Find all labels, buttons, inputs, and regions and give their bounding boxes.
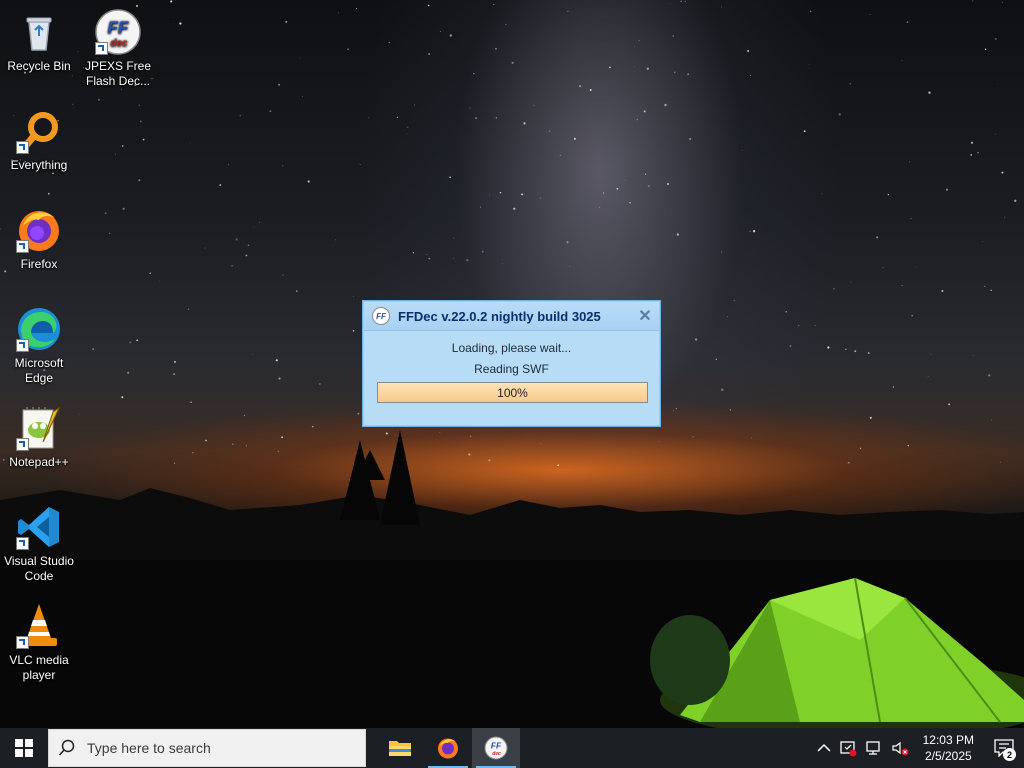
edge-icon xyxy=(15,305,63,353)
clock[interactable]: 12:03 PM 2/5/2025 xyxy=(913,732,984,764)
taskbar: FF dec xyxy=(0,728,1024,768)
volume-muted-icon xyxy=(892,741,909,756)
notification-count-badge: 2 xyxy=(1003,748,1016,761)
ffdec-icon: FF dec xyxy=(484,736,508,760)
ffdec-icon: FF dec xyxy=(94,8,142,56)
shortcut-arrow-icon xyxy=(16,438,29,451)
start-button[interactable] xyxy=(0,728,48,768)
shortcut-arrow-icon xyxy=(16,537,29,550)
desktop-icon-vlc[interactable]: VLC media player xyxy=(0,602,78,683)
desktop-background: Recycle Bin FF dec JPEXS Free Flash Dec.… xyxy=(0,0,1024,728)
vlc-icon xyxy=(15,602,63,650)
search-input[interactable] xyxy=(85,739,349,757)
recycle-bin-icon xyxy=(15,8,63,56)
firefox-icon xyxy=(438,738,458,759)
taskbar-app-ffdec[interactable]: FF dec xyxy=(472,728,520,768)
desktop-icon-label: JPEXS Free Flash Dec... xyxy=(84,59,152,88)
loading-status: Reading SWF xyxy=(474,362,549,376)
network-icon xyxy=(865,741,880,755)
desktop-icon-vscode[interactable]: Visual Studio Code xyxy=(0,503,78,584)
clock-time: 12:03 PM xyxy=(922,733,974,747)
action-center-button[interactable]: 2 xyxy=(984,728,1024,768)
chevron-up-icon xyxy=(817,743,831,752)
desktop-icon-recycle-bin[interactable]: Recycle Bin xyxy=(0,8,78,74)
windows-logo-icon xyxy=(15,739,33,757)
desktop-icon-label: Notepad++ xyxy=(9,455,69,469)
desktop-icon-firefox[interactable]: Firefox xyxy=(0,206,78,272)
desktop-icon-label: Everything xyxy=(10,158,68,172)
shortcut-arrow-icon xyxy=(16,636,29,649)
svg-text:dec: dec xyxy=(492,751,501,757)
ffdec-icon: FF xyxy=(372,307,390,325)
clock-date: 2/5/2025 xyxy=(924,749,972,763)
everything-search-icon xyxy=(15,107,63,155)
svg-text:dec: dec xyxy=(110,38,128,49)
security-tray-button[interactable] xyxy=(835,728,861,768)
loading-dialog: FF FFDec v.22.0.2 nightly build 3025 ✕ L… xyxy=(362,300,661,427)
dialog-title: FFDec v.22.0.2 nightly build 3025 xyxy=(398,308,601,324)
security-warning-icon xyxy=(839,741,857,757)
shortcut-arrow-icon xyxy=(16,141,29,154)
desktop-icon-label: VLC media player xyxy=(9,653,69,682)
shortcut-arrow-icon xyxy=(95,42,108,55)
progress-bar: 100% xyxy=(377,382,648,403)
folder-icon xyxy=(389,741,411,756)
shortcut-arrow-icon xyxy=(16,339,29,352)
search-icon xyxy=(49,739,85,757)
desktop-icon-label: Firefox xyxy=(20,257,58,271)
desktop-icon-label: Microsoft Edge xyxy=(14,356,64,385)
taskbar-app-file-explorer[interactable] xyxy=(376,728,424,768)
desktop-icon-edge[interactable]: Microsoft Edge xyxy=(0,305,78,386)
svg-text:FF: FF xyxy=(491,741,502,751)
show-hidden-icons-button[interactable] xyxy=(813,728,835,768)
network-tray-button[interactable] xyxy=(861,728,887,768)
desktop-icon-everything[interactable]: Everything xyxy=(0,107,78,173)
desktop-icon-label: Recycle Bin xyxy=(7,59,71,73)
dialog-titlebar[interactable]: FF FFDec v.22.0.2 nightly build 3025 ✕ xyxy=(364,302,659,331)
shortcut-arrow-icon xyxy=(16,240,29,253)
notepadpp-icon xyxy=(15,404,63,452)
taskbar-app-firefox[interactable] xyxy=(424,728,472,768)
desktop-icon-notepadpp[interactable]: Notepad++ xyxy=(0,404,78,470)
desktop-icon-label: Visual Studio Code xyxy=(4,554,74,583)
loading-message: Loading, please wait... xyxy=(451,341,572,355)
system-tray: 12:03 PM 2/5/2025 2 xyxy=(813,728,1024,768)
svg-text:FF: FF xyxy=(108,18,129,37)
close-button[interactable]: ✕ xyxy=(634,305,656,327)
taskbar-search[interactable] xyxy=(48,729,366,767)
volume-tray-button[interactable] xyxy=(887,728,913,768)
vscode-icon xyxy=(15,503,63,551)
desktop-icon-ffdec[interactable]: FF dec JPEXS Free Flash Dec... xyxy=(79,8,157,89)
progress-label: 100% xyxy=(497,385,528,400)
firefox-icon xyxy=(15,206,63,254)
